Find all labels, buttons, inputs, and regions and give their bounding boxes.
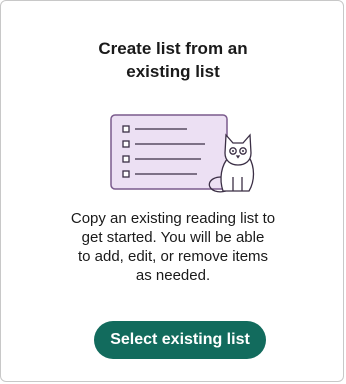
select-existing-list-button[interactable]: Select existing list: [94, 321, 266, 359]
card-title: Create list from an existing list: [1, 37, 345, 83]
card-title-line: existing list: [126, 62, 220, 81]
list-with-cat-illustration: [110, 114, 255, 193]
card-description-line: Copy an existing reading list to: [70, 210, 276, 227]
card-title-line: Create list from an: [98, 39, 248, 58]
card-description-line: to add, edit, or remove items: [77, 248, 269, 265]
create-from-existing-card: Create list from an existing list Copy a…: [0, 0, 344, 382]
card-description: Copy an existing reading list to get star…: [41, 209, 305, 285]
card-description-line: as needed.: [135, 267, 211, 284]
card-description-line: get started. You will be able: [81, 229, 265, 246]
